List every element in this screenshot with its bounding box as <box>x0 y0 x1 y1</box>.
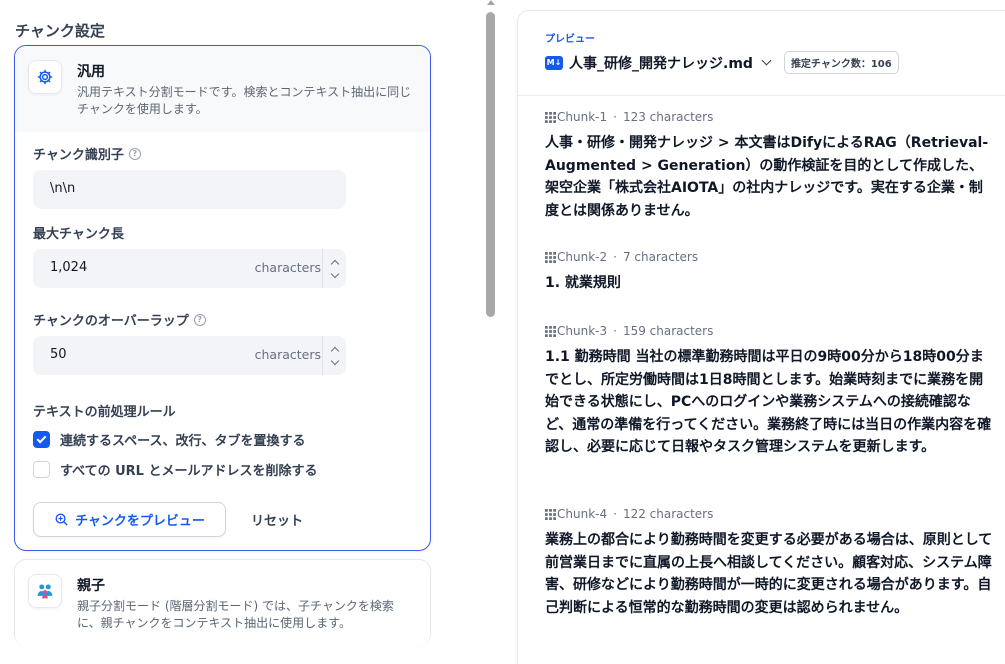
gear-icon <box>28 60 62 94</box>
delimiter-input[interactable]: \n\n <box>33 170 346 209</box>
preview-panel: プレビュー M↓ 人事_研修_開発ナレッジ.md 推定チャンク数：106 Chu… <box>517 10 1005 664</box>
chunk-text: 人事・研修・開発ナレッジ > 本文書はDifyによるRAG（Retrieval-… <box>545 135 989 219</box>
chunk-text: 業務上の都合により勤務時間を変更する必要がある場合は、原則として前営業日までに直… <box>545 532 993 616</box>
general-mode-title: 汎用 <box>77 64 105 80</box>
chunk-settings-panel: チャンク設定 汎用 汎用テキスト分割モードです。検索とコンテキスト抽出に同じチャ… <box>0 0 480 664</box>
parent-child-mode-card[interactable]: 親子 親子分割モード (階層分割モード) では、子チャンクを検索に、親チャンクを… <box>14 559 431 646</box>
chunk-text: 1.1 勤務時間 当社の標準勤務時間は平日の9時00分から18時00分までとし、… <box>545 349 992 455</box>
chunk-name: Chunk-4 <box>557 507 608 521</box>
chunk-name: Chunk-3 <box>557 324 608 338</box>
section-title: チャンク設定 <box>15 22 105 40</box>
chevron-up-icon[interactable] <box>330 346 339 355</box>
chunk-meta: Chunk-3 · 159 characters <box>545 324 993 338</box>
chunk-item: Chunk-3 · 159 characters 1.1 勤務時間 当社の標準勤… <box>545 324 993 459</box>
rule-replace-spaces-label: 連続するスペース、改行、タブを置換する <box>60 434 306 449</box>
chunk-chars: 122 characters <box>622 507 714 521</box>
separator-dot: · <box>613 324 617 338</box>
overlap-value: 50 <box>50 347 67 362</box>
overlap-stepper[interactable] <box>322 336 346 375</box>
markdown-file-icon: M↓ <box>545 55 563 70</box>
preprocess-label: テキストの前処理ルール <box>33 401 176 420</box>
max-length-input[interactable]: 1,024 characters <box>33 249 346 288</box>
preview-label: プレビュー <box>545 34 595 45</box>
chunk-item: Chunk-1 · 123 characters 人事・研修・開発ナレッジ > … <box>545 110 993 222</box>
chunk-meta: Chunk-2 · 7 characters <box>545 250 993 264</box>
overlap-unit: characters <box>254 347 321 362</box>
rule-replace-spaces[interactable]: 連続するスペース、改行、タブを置換する <box>33 430 305 449</box>
chevron-up-icon[interactable] <box>330 259 339 268</box>
chevron-down-icon[interactable] <box>330 269 339 278</box>
grid-icon <box>545 111 556 123</box>
max-length-stepper[interactable] <box>322 249 346 288</box>
checkbox-unchecked[interactable] <box>33 461 50 478</box>
delimiter-label-text: チャンク識別子 <box>33 148 124 163</box>
grid-icon <box>545 251 556 263</box>
separator-dot: · <box>613 110 617 124</box>
divider <box>518 95 1005 96</box>
delimiter-label: チャンク識別子 ? <box>33 144 141 163</box>
delimiter-value: \n\n <box>50 181 76 196</box>
chunk-name: Chunk-1 <box>557 110 608 124</box>
chunk-item: Chunk-2 · 7 characters 1. 就業規則 <box>545 250 993 295</box>
max-length-value: 1,024 <box>50 260 88 275</box>
max-length-label: 最大チャンク長 <box>33 223 124 242</box>
max-length-label-text: 最大チャンク長 <box>33 227 124 242</box>
help-icon[interactable]: ? <box>128 147 141 160</box>
chunk-chars: 123 characters <box>622 110 714 124</box>
file-name: 人事_研修_開発ナレッジ.md <box>569 55 753 72</box>
parent-child-mode-header[interactable]: 親子 親子分割モード (階層分割モード) では、子チャンクを検索に、親チャンクを… <box>15 560 430 646</box>
chunk-chars: 7 characters <box>622 250 699 264</box>
chunk-chars: 159 characters <box>622 324 714 338</box>
general-mode-header[interactable]: 汎用 汎用テキスト分割モードです。検索とコンテキスト抽出に同じチャンクを使用しま… <box>15 46 430 132</box>
parent-child-mode-description: 親子分割モード (階層分割モード) では、子チャンクを検索に、親チャンクをコンテ… <box>77 599 394 630</box>
chunk-item: Chunk-4 · 122 characters 業務上の都合により勤務時間を変… <box>545 507 993 619</box>
chunk-label: Chunk-1 <box>545 110 607 124</box>
file-selector[interactable]: M↓ 人事_研修_開発ナレッジ.md 推定チャンク数：106 <box>545 51 899 74</box>
chunk-count-badge: 推定チャンク数：106 <box>783 51 899 74</box>
chunk-label: Chunk-4 <box>545 507 607 521</box>
reset-button[interactable]: リセット <box>237 502 317 537</box>
general-mode-description: 汎用テキスト分割モードです。検索とコンテキスト抽出に同じチャンクを使用します。 <box>77 85 412 116</box>
overlap-label: チャンクのオーバーラップ ? <box>33 310 206 329</box>
scrollbar[interactable] <box>485 0 497 664</box>
scrollbar-thumb[interactable] <box>486 12 495 317</box>
search-sparkle-icon <box>55 513 68 526</box>
chunk-label: Chunk-2 <box>545 250 607 264</box>
general-mode-card[interactable]: 汎用 汎用テキスト分割モードです。検索とコンテキスト抽出に同じチャンクを使用しま… <box>14 45 431 551</box>
rule-remove-urls[interactable]: すべての URL とメールアドレスを削除する <box>33 460 317 479</box>
chunk-text: 1. 就業規則 <box>545 275 621 291</box>
separator-dot: · <box>613 507 617 521</box>
scroll-up-arrow-icon[interactable] <box>487 0 495 5</box>
chunk-meta: Chunk-1 · 123 characters <box>545 110 993 124</box>
checkbox-checked[interactable] <box>33 431 50 448</box>
grid-icon <box>545 325 556 337</box>
separator-dot: · <box>613 250 617 264</box>
chevron-down-icon[interactable] <box>330 356 339 365</box>
rule-remove-urls-label: すべての URL とメールアドレスを削除する <box>60 464 318 479</box>
parent-child-icon <box>28 574 62 608</box>
chunk-meta: Chunk-4 · 122 characters <box>545 507 993 521</box>
check-icon <box>36 433 47 444</box>
help-icon[interactable]: ? <box>193 313 206 326</box>
chunk-name: Chunk-2 <box>557 250 608 264</box>
preview-chunk-button[interactable]: チャンクをプレビュー <box>33 502 226 537</box>
grid-icon <box>545 508 556 520</box>
chunk-label: Chunk-3 <box>545 324 607 338</box>
max-length-unit: characters <box>254 260 321 275</box>
preview-chunk-label: チャンクをプレビュー <box>75 514 205 529</box>
overlap-input[interactable]: 50 characters <box>33 336 346 375</box>
chevron-down-icon[interactable] <box>761 55 772 66</box>
parent-child-mode-title: 親子 <box>77 578 105 594</box>
preprocess-label-text: テキストの前処理ルール <box>33 405 176 420</box>
overlap-label-text: チャンクのオーバーラップ <box>33 314 189 329</box>
